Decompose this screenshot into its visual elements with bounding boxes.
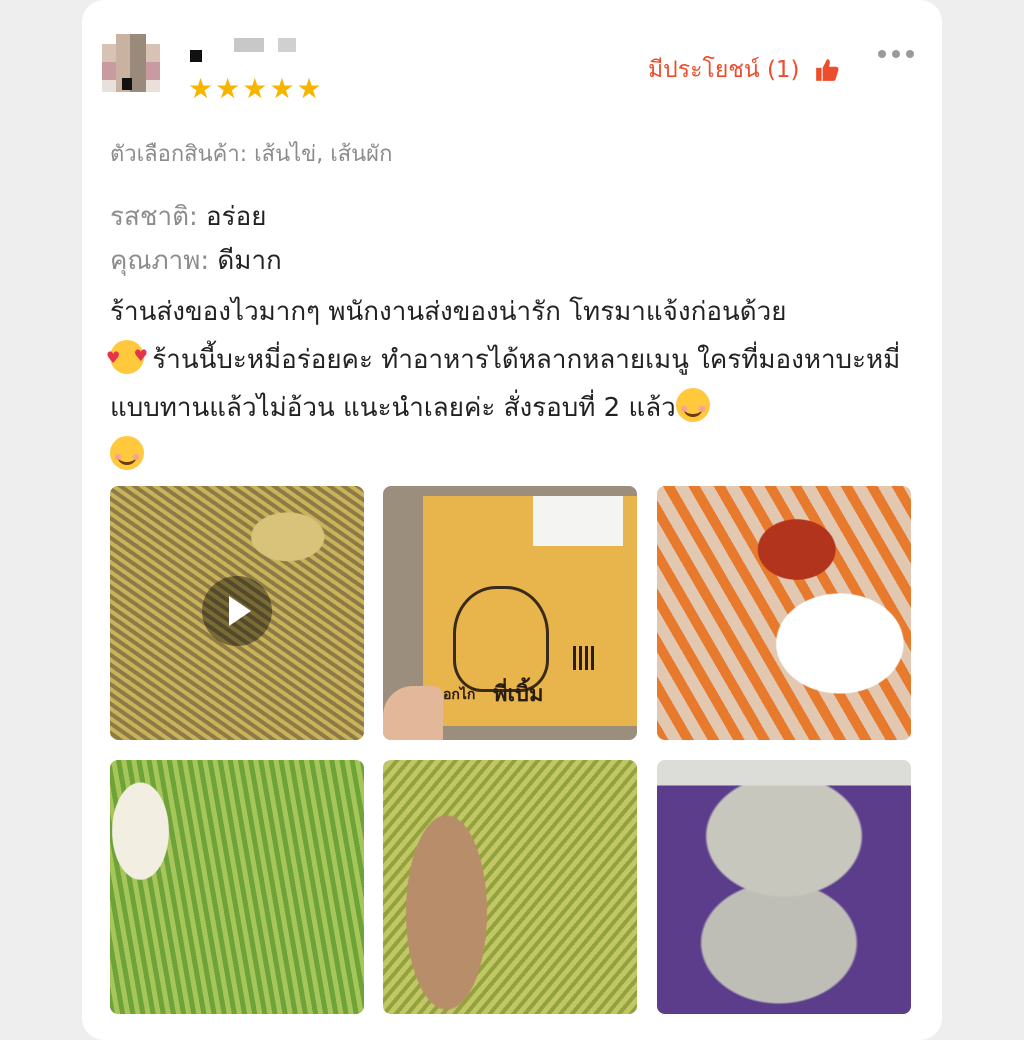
attribute-label: คุณภาพ:: [110, 246, 210, 276]
username-redacted: [190, 36, 320, 62]
helpful-button[interactable]: มีประโยชน์ (1): [648, 52, 840, 88]
more-horizontal-icon[interactable]: [878, 50, 914, 58]
delivery-box: อกไก่ พี่เบิ้ม: [423, 496, 637, 726]
play-icon[interactable]: [202, 576, 272, 646]
review-photo-box[interactable]: อกไก่ พี่เบิ้ม: [383, 486, 637, 740]
product-variation: ตัวเลือกสินค้า: เส้นไข่, เส้นผัก: [110, 142, 393, 167]
thumbs-up-icon: [815, 59, 839, 81]
box-brand-small: อกไก่: [443, 687, 476, 703]
star-icon: ★: [242, 72, 268, 105]
review-text: ร้านส่งของไวมากๆ พนักงานส่งของน่ารัก โทร…: [106, 288, 910, 480]
review-photo-noodles-lifted[interactable]: [110, 760, 364, 1014]
attribute-label: รสชาติ:: [110, 202, 198, 232]
smiling-face-emoji: [110, 436, 144, 470]
box-brand-large: พี่เบิ้ม: [493, 682, 544, 707]
attribute-value: อร่อย: [206, 202, 267, 232]
attribute-taste: รสชาติ: อร่อย: [110, 196, 266, 237]
attribute-quality: คุณภาพ: ดีมาก: [110, 240, 282, 281]
star-rating: ★ ★ ★ ★ ★: [188, 74, 322, 104]
avatar[interactable]: [102, 34, 160, 92]
star-icon: ★: [188, 72, 214, 105]
star-icon: ★: [296, 72, 322, 105]
qr-code-icon: [573, 646, 597, 670]
review-text-part-2: ร้านนี้บะหมี่อร่อยคะ ทำอาหารได้หลากหลายเ…: [110, 345, 901, 423]
star-icon: ★: [215, 72, 241, 105]
review-photo-bowl[interactable]: [657, 486, 911, 740]
review-text-part-1: ร้านส่งของไวมากๆ พนักงานส่งของน่ารัก โทร…: [110, 297, 787, 327]
smiling-face-emoji: [675, 388, 710, 422]
hand: [383, 686, 443, 740]
review-photo-stir-fry[interactable]: [383, 760, 637, 1014]
smiling-face-with-hearts-emoji: [106, 332, 148, 382]
helpful-label: มีประโยชน์ (1): [648, 57, 800, 83]
shipping-label: [533, 496, 623, 546]
star-icon: ★: [269, 72, 295, 105]
attribute-value: ดีมาก: [217, 246, 282, 276]
review-photo-packages[interactable]: [657, 760, 911, 1014]
